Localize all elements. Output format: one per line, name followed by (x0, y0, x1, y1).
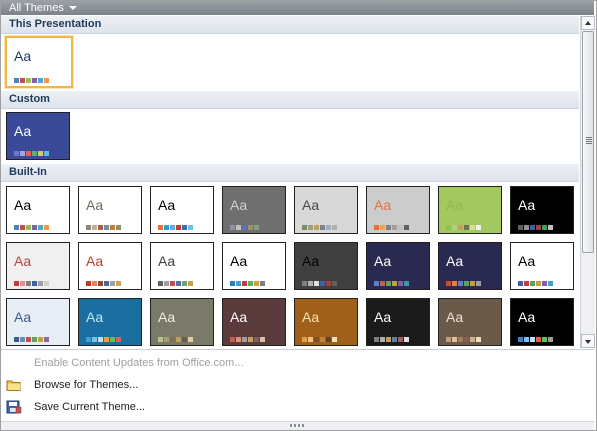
resize-grip[interactable] (1, 421, 594, 430)
theme-tile-builtin[interactable]: Aa (510, 298, 574, 346)
theme-color-swatches (86, 333, 122, 342)
enable-content-updates-command: Enable Content Updates from Office.com..… (34, 357, 244, 369)
theme-color-swatches (14, 221, 50, 230)
theme-color-swatches (446, 221, 482, 230)
dropdown-arrow-icon[interactable] (69, 6, 77, 10)
theme-tile-builtin[interactable]: Aa (366, 242, 430, 290)
theme-sample-text: Aa (374, 253, 392, 269)
theme-tile-builtin[interactable]: Aa (78, 298, 142, 346)
theme-color-swatches (518, 277, 554, 286)
theme-color-swatches (230, 221, 266, 230)
theme-tile-builtin[interactable]: Aa (6, 186, 70, 234)
theme-tile-builtin[interactable]: Aa (150, 242, 214, 290)
theme-color-swatches (14, 277, 50, 286)
theme-tile-builtin[interactable]: Aa (222, 298, 286, 346)
theme-sample-text: Aa (86, 309, 104, 325)
theme-tile-builtin[interactable]: Aa (6, 298, 70, 346)
scroll-up-button[interactable] (581, 16, 595, 30)
browse-themes-command[interactable]: Browse for Themes... (1, 375, 594, 395)
theme-sample-text: Aa (446, 197, 464, 213)
theme-tile-builtin[interactable]: Aa (294, 242, 358, 290)
save-current-theme-command[interactable]: Save Current Theme... (1, 397, 594, 417)
theme-sample-text: Aa (518, 309, 536, 325)
theme-color-swatches (518, 221, 554, 230)
theme-color-swatches (374, 277, 410, 286)
theme-tile-builtin[interactable]: Aa (438, 298, 502, 346)
theme-color-swatches (14, 74, 50, 83)
theme-tile-builtin[interactable]: Aa (150, 186, 214, 234)
theme-tile-builtin[interactable]: Aa (438, 186, 502, 234)
theme-sample-text: Aa (518, 197, 536, 213)
theme-tile-builtin[interactable]: Aa (78, 186, 142, 234)
theme-color-swatches (230, 333, 266, 342)
theme-color-swatches (302, 277, 338, 286)
theme-sample-text: Aa (158, 309, 176, 325)
save-theme-icon (6, 400, 22, 414)
theme-sample-text: Aa (86, 197, 104, 213)
theme-sample-text: Aa (374, 197, 392, 213)
theme-sample-text: Aa (302, 309, 320, 325)
gallery-commands: Enable Content Updates from Office.com..… (1, 349, 594, 430)
theme-tile-builtin[interactable]: Aa (366, 186, 430, 234)
theme-color-swatches (446, 277, 482, 286)
theme-tile-builtin[interactable]: Aa (78, 242, 142, 290)
theme-color-swatches (374, 333, 410, 342)
gallery-filter-bar[interactable]: All Themes (1, 1, 594, 15)
theme-sample-text: Aa (14, 123, 32, 139)
theme-sample-text: Aa (518, 253, 536, 269)
theme-color-swatches (14, 147, 50, 156)
theme-gallery: This Presentation Custom Built-In Aa Aa Aa… (1, 16, 579, 348)
theme-sample-text: Aa (14, 253, 32, 269)
theme-color-swatches (302, 221, 338, 230)
vertical-scrollbar[interactable] (580, 16, 595, 348)
theme-sample-text: Aa (158, 253, 176, 269)
theme-tile-builtin[interactable]: Aa (294, 298, 358, 346)
theme-tile-builtin[interactable]: Aa (510, 242, 574, 290)
theme-sample-text: Aa (446, 253, 464, 269)
theme-sample-text: Aa (230, 309, 248, 325)
folder-icon (6, 378, 22, 392)
section-header-custom: Custom (1, 91, 579, 109)
theme-color-swatches (446, 333, 482, 342)
theme-sample-text: Aa (14, 197, 32, 213)
theme-color-swatches (158, 277, 194, 286)
theme-color-swatches (86, 277, 122, 286)
section-header-built-in: Built-In (1, 164, 579, 182)
theme-color-swatches (158, 221, 194, 230)
theme-tile-builtin[interactable]: Aa (150, 298, 214, 346)
theme-sample-text: Aa (302, 253, 320, 269)
theme-color-swatches (158, 333, 194, 342)
theme-tile-builtin[interactable]: Aa (438, 242, 502, 290)
theme-sample-text: Aa (14, 48, 32, 64)
theme-sample-text: Aa (374, 309, 392, 325)
theme-color-swatches (230, 277, 266, 286)
scroll-down-button[interactable] (581, 334, 595, 348)
theme-tile-current[interactable]: Aa (4, 35, 74, 89)
section-header-this-presentation: This Presentation (1, 16, 579, 34)
theme-tile-builtin[interactable]: Aa (222, 242, 286, 290)
theme-sample-text: Aa (86, 253, 104, 269)
filter-label[interactable]: All Themes (9, 1, 64, 15)
theme-sample-text: Aa (230, 253, 248, 269)
scroll-thumb[interactable] (582, 31, 594, 253)
theme-tile-builtin[interactable]: Aa (6, 242, 70, 290)
theme-sample-text: Aa (158, 197, 176, 213)
theme-tile-builtin[interactable]: Aa (222, 186, 286, 234)
theme-color-swatches (374, 221, 410, 230)
theme-tile-builtin[interactable]: Aa (510, 186, 574, 234)
theme-color-swatches (518, 333, 554, 342)
theme-sample-text: Aa (302, 197, 320, 213)
theme-tile-custom[interactable]: Aa (6, 112, 70, 160)
theme-sample-text: Aa (14, 309, 32, 325)
theme-color-swatches (86, 221, 122, 230)
theme-color-swatches (302, 333, 338, 342)
theme-color-swatches (14, 333, 50, 342)
theme-tile-builtin[interactable]: Aa (294, 186, 358, 234)
theme-tile-builtin[interactable]: Aa (366, 298, 430, 346)
theme-sample-text: Aa (446, 309, 464, 325)
theme-sample-text: Aa (230, 197, 248, 213)
